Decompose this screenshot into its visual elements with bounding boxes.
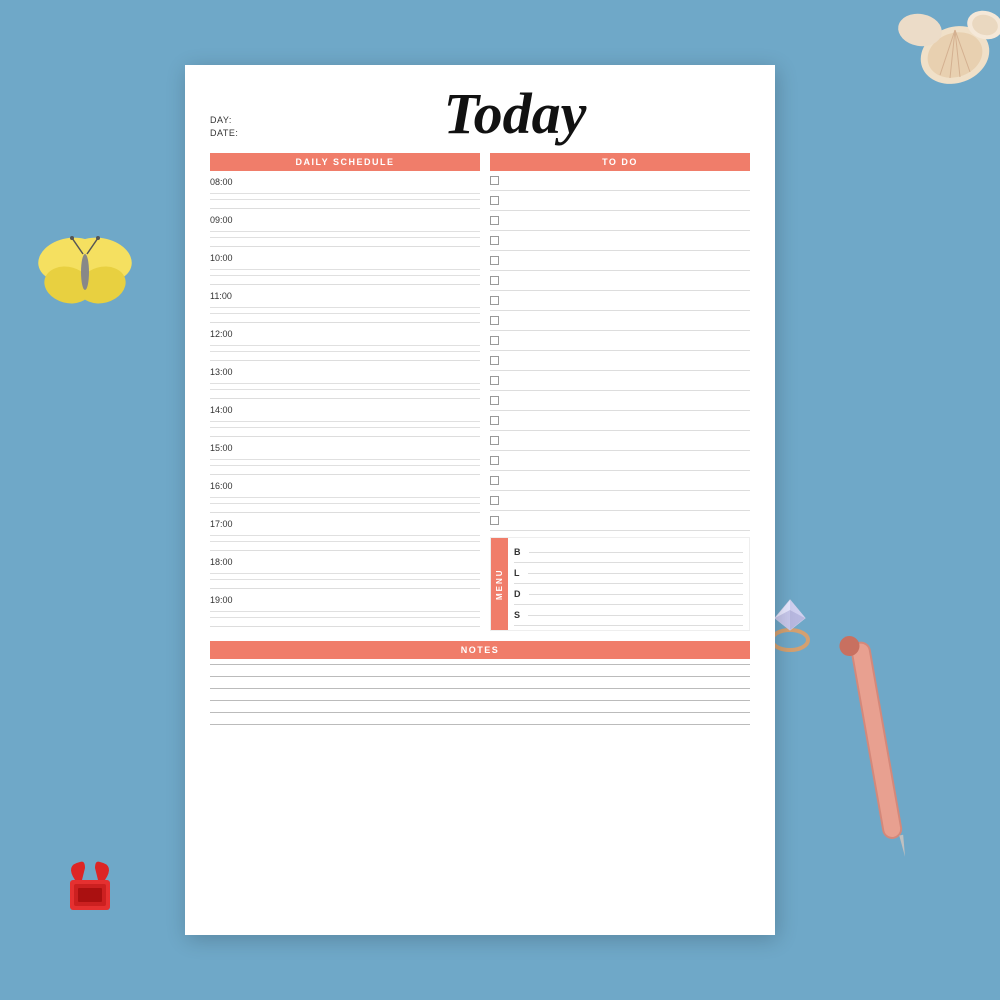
todo-item-12[interactable] xyxy=(490,391,750,411)
time-slot-1800: 18:00 xyxy=(210,555,480,589)
todo-item-18[interactable] xyxy=(490,511,750,531)
menu-item-b[interactable]: B xyxy=(514,542,743,563)
todo-checkbox-12[interactable] xyxy=(490,396,499,405)
menu-section: MENU B L D S xyxy=(490,537,750,631)
notes-header: NOTES xyxy=(210,641,750,659)
todo-checkbox-2[interactable] xyxy=(490,196,499,205)
date-label: DATE: xyxy=(210,128,270,138)
schedule-header: DAILY SCHEDULE xyxy=(210,153,480,171)
time-label-0800: 08:00 xyxy=(210,177,480,187)
time-label-1200: 12:00 xyxy=(210,329,480,339)
todo-checkbox-18[interactable] xyxy=(490,516,499,525)
time-label-1900: 19:00 xyxy=(210,595,480,605)
main-content: DAILY SCHEDULE 08:00 09:00 10:00 11:00 xyxy=(210,153,750,631)
menu-letter-l: L xyxy=(514,568,520,578)
note-line-3 xyxy=(210,688,750,689)
todo-item-11[interactable] xyxy=(490,371,750,391)
day-date-area: DAY: DATE: xyxy=(210,115,270,141)
time-label-1000: 10:00 xyxy=(210,253,480,263)
todo-item-7[interactable] xyxy=(490,291,750,311)
note-line-2 xyxy=(210,676,750,677)
note-line-4 xyxy=(210,700,750,701)
todo-checkbox-10[interactable] xyxy=(490,356,499,365)
day-label: DAY: xyxy=(210,115,270,125)
time-slot-1300: 13:00 xyxy=(210,365,480,399)
todo-checkbox-7[interactable] xyxy=(490,296,499,305)
todo-item-6[interactable] xyxy=(490,271,750,291)
menu-items-list: B L D S xyxy=(508,538,749,630)
todo-item-8[interactable] xyxy=(490,311,750,331)
planner-paper: DAY: DATE: Today DAILY SCHEDULE 08:00 09… xyxy=(185,65,775,935)
note-line-1 xyxy=(210,664,750,665)
todo-item-16[interactable] xyxy=(490,471,750,491)
time-label-0900: 09:00 xyxy=(210,215,480,225)
time-slot-1100: 11:00 xyxy=(210,289,480,323)
time-slot-1600: 16:00 xyxy=(210,479,480,513)
todo-item-17[interactable] xyxy=(490,491,750,511)
time-label-1400: 14:00 xyxy=(210,405,480,415)
todo-item-3[interactable] xyxy=(490,211,750,231)
todo-header: TO DO xyxy=(490,153,750,171)
todo-item-9[interactable] xyxy=(490,331,750,351)
title-area: Today xyxy=(280,85,750,143)
todo-checkbox-17[interactable] xyxy=(490,496,499,505)
schedule-column: DAILY SCHEDULE 08:00 09:00 10:00 11:00 xyxy=(210,153,480,631)
todo-checkbox-11[interactable] xyxy=(490,376,499,385)
todo-checkbox-14[interactable] xyxy=(490,436,499,445)
todo-item-4[interactable] xyxy=(490,231,750,251)
todo-item-15[interactable] xyxy=(490,451,750,471)
time-slot-1900: 19:00 xyxy=(210,593,480,627)
time-label-1800: 18:00 xyxy=(210,557,480,567)
todo-item-14[interactable] xyxy=(490,431,750,451)
todo-checkbox-1[interactable] xyxy=(490,176,499,185)
menu-letter-b: B xyxy=(514,547,521,557)
notes-section: NOTES xyxy=(210,641,750,741)
shells-decoration xyxy=(840,0,1000,160)
time-slot-1200: 12:00 xyxy=(210,327,480,361)
time-label-1100: 11:00 xyxy=(210,291,480,301)
time-slot-0900: 09:00 xyxy=(210,213,480,247)
note-line-6 xyxy=(210,724,750,725)
todo-checkbox-15[interactable] xyxy=(490,456,499,465)
todo-column: TO DO MENU xyxy=(490,153,750,631)
todo-checkbox-13[interactable] xyxy=(490,416,499,425)
butterfly-decoration xyxy=(30,230,140,320)
notes-lines xyxy=(210,659,750,741)
todo-checkbox-9[interactable] xyxy=(490,336,499,345)
note-line-5 xyxy=(210,712,750,713)
menu-label: MENU xyxy=(491,538,508,630)
todo-checkbox-3[interactable] xyxy=(490,216,499,225)
todo-checkbox-16[interactable] xyxy=(490,476,499,485)
todo-checkbox-4[interactable] xyxy=(490,236,499,245)
time-label-1600: 16:00 xyxy=(210,481,480,491)
planner-header: DAY: DATE: Today xyxy=(210,85,750,143)
time-slot-0800: 08:00 xyxy=(210,175,480,209)
todo-checkbox-6[interactable] xyxy=(490,276,499,285)
menu-letter-d: D xyxy=(514,589,521,599)
page-title: Today xyxy=(280,85,750,143)
binder-clip-decoration xyxy=(60,860,120,930)
todo-item-13[interactable] xyxy=(490,411,750,431)
time-slot-1700: 17:00 xyxy=(210,517,480,551)
time-slot-1000: 10:00 xyxy=(210,251,480,285)
time-label-1500: 15:00 xyxy=(210,443,480,453)
time-slot-1400: 14:00 xyxy=(210,403,480,437)
todo-item-5[interactable] xyxy=(490,251,750,271)
todo-item-10[interactable] xyxy=(490,351,750,371)
todo-item-1[interactable] xyxy=(490,171,750,191)
todo-checkbox-8[interactable] xyxy=(490,316,499,325)
menu-item-d[interactable]: D xyxy=(514,584,743,605)
todo-item-2[interactable] xyxy=(490,191,750,211)
time-label-1700: 17:00 xyxy=(210,519,480,529)
time-slot-1500: 15:00 xyxy=(210,441,480,475)
time-label-1300: 13:00 xyxy=(210,367,480,377)
menu-item-l[interactable]: L xyxy=(514,563,743,584)
todo-checkbox-5[interactable] xyxy=(490,256,499,265)
menu-letter-s: S xyxy=(514,610,520,620)
menu-item-s[interactable]: S xyxy=(514,605,743,626)
